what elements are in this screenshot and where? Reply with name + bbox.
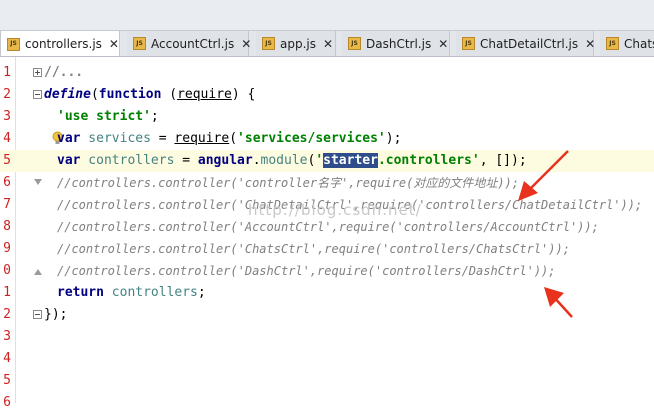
fold-collapse-icon[interactable] xyxy=(33,90,42,99)
fold-collapse-icon[interactable] xyxy=(33,310,42,319)
line-number: 5 xyxy=(3,373,11,388)
code-text: var controllers = angular.module('starte… xyxy=(57,153,527,168)
code-comment: //controllers.controller('DashCtrl',requ… xyxy=(57,264,556,278)
code-comment: //controllers.controller('AccountCtrl',r… xyxy=(57,220,599,234)
line-number: 4 xyxy=(3,351,11,366)
code-line-empty[interactable]: 4 xyxy=(0,348,654,370)
code-text: 'use strict'; xyxy=(57,109,159,124)
code-text: var services = require('services/service… xyxy=(57,131,402,146)
tab-controllers-js[interactable]: JS controllers.js ✕ xyxy=(0,31,120,56)
line-number: 0 xyxy=(3,263,11,278)
code-text: define(function (require) { xyxy=(44,87,256,102)
code-comment: //controllers.controller('ChatsCtrl',req… xyxy=(57,242,570,256)
tab-label: Chats xyxy=(624,36,654,51)
folded-comment: //... xyxy=(44,65,84,80)
line-number: 3 xyxy=(3,329,11,344)
line-number: 6 xyxy=(3,175,11,190)
js-file-icon: JS xyxy=(133,37,146,50)
tab-label: AccountCtrl.js xyxy=(151,36,235,51)
code-comment: //controllers.controller('controller名字',… xyxy=(57,176,520,190)
code-line[interactable]: 2 define(function (require) { xyxy=(0,84,654,106)
code-line-empty[interactable]: 5 xyxy=(0,370,654,392)
line-number: 3 xyxy=(3,109,11,124)
tab-dashctrl-js[interactable]: JS DashCtrl.js ✕ xyxy=(342,31,450,56)
tab-accountctrl-js[interactable]: JS AccountCtrl.js ✕ xyxy=(127,31,251,56)
code-line[interactable]: 9 //controllers.controller('ChatsCtrl',r… xyxy=(0,238,654,260)
line-number: 2 xyxy=(3,87,11,102)
fold-end-icon[interactable] xyxy=(33,266,43,276)
window-top-strip xyxy=(0,0,654,31)
line-number: 5 xyxy=(3,153,11,168)
line-number: 2 xyxy=(3,307,11,322)
close-tab-icon[interactable]: ✕ xyxy=(109,37,119,51)
code-line[interactable]: 3 'use strict'; xyxy=(0,106,654,128)
line-number: 7 xyxy=(3,197,11,212)
fold-start-icon[interactable] xyxy=(33,178,43,188)
js-file-icon: JS xyxy=(606,37,619,50)
code-editor[interactable]: 1 //... 2 define(function (require) { 3 … xyxy=(0,57,654,410)
red-arrow-icon xyxy=(544,287,573,318)
js-file-icon: JS xyxy=(348,37,361,50)
tab-label: controllers.js xyxy=(25,37,102,51)
line-number: 8 xyxy=(3,219,11,234)
line-number: 6 xyxy=(3,395,11,410)
tab-label: ChatDetailCtrl.js xyxy=(480,36,579,51)
close-tab-icon[interactable]: ✕ xyxy=(323,37,333,51)
line-number: 1 xyxy=(3,285,11,300)
line-number: 1 xyxy=(3,65,11,80)
watermark-text: http://blog.csdn.net/ xyxy=(248,201,422,219)
red-arrow-icon xyxy=(518,150,569,201)
js-file-icon: JS xyxy=(7,37,20,51)
code-line-empty[interactable]: 3 xyxy=(0,326,654,348)
tab-label: app.js xyxy=(280,36,316,51)
tab-app-js[interactable]: JS app.js ✕ xyxy=(256,31,336,56)
selected-text: starter xyxy=(323,153,378,168)
line-number: 4 xyxy=(3,131,11,146)
code-line[interactable]: 0 //controllers.controller('DashCtrl',re… xyxy=(0,260,654,282)
js-file-icon: JS xyxy=(462,37,475,50)
close-tab-icon[interactable]: ✕ xyxy=(585,37,595,51)
tab-chats[interactable]: JS Chats xyxy=(600,31,654,56)
code-text: return controllers; xyxy=(57,285,206,300)
code-text: }); xyxy=(44,307,68,322)
tab-chatdetailctrl-js[interactable]: JS ChatDetailCtrl.js ✕ xyxy=(456,31,595,56)
js-file-icon: JS xyxy=(262,37,275,50)
editor-tab-bar: JS controllers.js ✕ JS AccountCtrl.js ✕ … xyxy=(0,31,654,57)
code-line-empty[interactable]: 6 xyxy=(0,392,654,414)
code-line[interactable]: 8 //controllers.controller('AccountCtrl'… xyxy=(0,216,654,238)
tab-label: DashCtrl.js xyxy=(366,36,432,51)
close-tab-icon[interactable]: ✕ xyxy=(241,37,251,51)
line-number: 9 xyxy=(3,241,11,256)
code-line[interactable]: 1 //... xyxy=(0,62,654,84)
close-tab-icon[interactable]: ✕ xyxy=(438,37,448,51)
fold-expand-icon[interactable] xyxy=(33,68,42,77)
